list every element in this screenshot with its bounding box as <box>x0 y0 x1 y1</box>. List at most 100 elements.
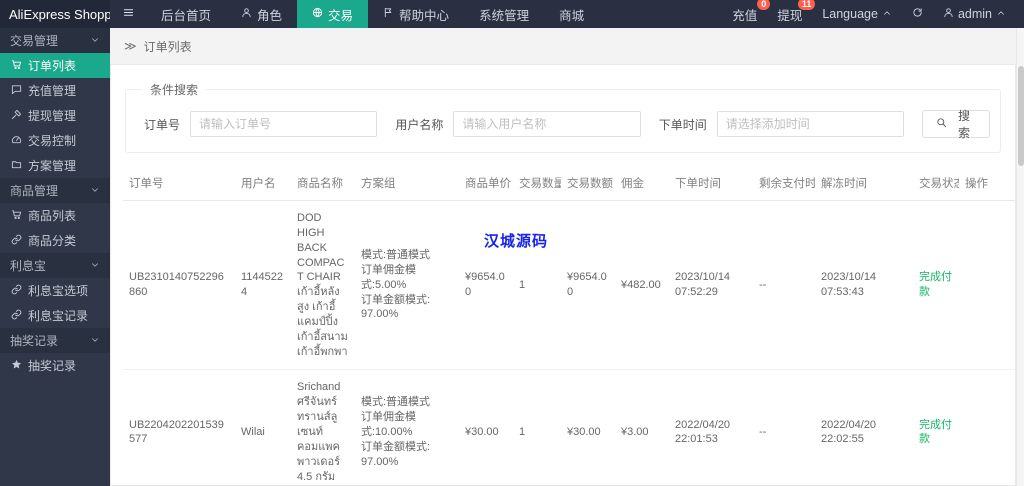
order-no-input[interactable] <box>190 111 378 137</box>
scheme-line: 模式:普通模式 <box>361 249 431 262</box>
cell-scheme: 模式:普通模式 订单佣金模式:5.00% 订单金额模式: 97.00% <box>355 200 459 371</box>
sidebar-item-label: 商品列表 <box>28 209 77 223</box>
sidebar-item-label: 充值管理 <box>28 84 77 98</box>
cell-order-no: UB2310140752296860 <box>123 200 235 371</box>
cell-order-no: UB2204202201539577 <box>123 369 235 485</box>
sidebar-item-label: 商品分类 <box>28 234 77 248</box>
sidebar-group-3[interactable]: 抽奖记录 <box>0 328 110 353</box>
cell-scheme: 模式:普通模式 订单佣金模式:10.00% 订单金额模式: 97.00% <box>355 369 459 485</box>
search-button[interactable]: 搜索 <box>922 109 990 140</box>
link-icon <box>11 309 22 323</box>
sidebar-item-2-1[interactable]: 利息宝记录 <box>0 303 110 328</box>
cell-qty: 1 <box>513 369 561 485</box>
sidebar-item-3-0[interactable]: 抽奖记录 <box>0 353 110 378</box>
nav-item-label: 商城 <box>559 8 585 23</box>
cell-username: 11445224 <box>235 200 291 371</box>
col-commission: 佣金 <box>615 168 669 201</box>
vertical-scrollbar <box>1016 28 1024 486</box>
cell-product: Srichand ศรีจันทร์ ทรานส์ลูเซนท์ คอมแพค … <box>291 369 355 485</box>
language-dropdown[interactable]: Language <box>822 7 892 21</box>
order-no-label: 订单号 <box>144 117 181 132</box>
col-action: 操作 <box>959 168 1015 201</box>
sidebar-item-0-3[interactable]: 交易控制 <box>0 128 110 153</box>
user-icon <box>943 7 954 21</box>
nav-item-1[interactable]: 角色 <box>226 0 297 28</box>
sidebar-item-label: 利息宝记录 <box>28 309 89 323</box>
sidebar-group-1[interactable]: 商品管理 <box>0 178 110 203</box>
username-label: 用户名称 <box>395 117 444 132</box>
search-fieldset: 条件搜索 订单号 用户名称 下单时间 搜索 <box>125 81 1001 153</box>
scheme-line: 订单佣金模式:10.00% <box>361 411 416 438</box>
sidebar-toggle-button[interactable] <box>110 0 146 28</box>
search-button-label: 搜索 <box>958 109 971 140</box>
search-row: 订单号 用户名称 下单时间 搜索 <box>136 109 990 140</box>
cell-unit-price: ¥30.00 <box>459 369 513 485</box>
sidebar-item-1-0[interactable]: 商品列表 <box>0 203 110 228</box>
globe-icon <box>312 7 323 21</box>
sidebar-item-label: 利息宝选项 <box>28 284 89 298</box>
cell-product: DOD HIGH BACK COMPACT CHAIR เก้าอี้หลังส… <box>291 200 355 371</box>
user-icon <box>241 7 252 21</box>
sidebar-group-label: 利息宝 <box>10 259 47 273</box>
cell-amount: ¥30.00 <box>561 369 615 485</box>
nav-item-label: 角色 <box>257 8 283 23</box>
breadcrumb-marker-icon: ≫ <box>124 39 137 53</box>
refresh-icon <box>912 7 923 21</box>
sidebar-item-0-2[interactable]: 提现管理 <box>0 103 110 128</box>
refresh-button[interactable] <box>912 7 923 21</box>
gauge-icon <box>11 134 22 148</box>
scrollbar-thumb[interactable] <box>1018 66 1024 166</box>
breadcrumb-label: 订单列表 <box>143 39 192 54</box>
topbar-right: 充值 0 提现 11 Language admin <box>732 0 1024 28</box>
col-unfreeze: 解冻时间 <box>815 168 913 201</box>
admin-label: admin <box>957 7 992 21</box>
nav-item-label: 帮助中心 <box>399 8 450 23</box>
nav-item-3[interactable]: 帮助中心 <box>368 0 464 28</box>
sidebar-item-0-4[interactable]: 方案管理 <box>0 153 110 178</box>
search-icon <box>936 117 947 131</box>
cell-status: 完成付款 <box>913 200 959 371</box>
chevron-up-icon <box>882 7 892 21</box>
col-amount: 交易数额 <box>561 168 615 201</box>
order-time-input[interactable] <box>716 111 905 137</box>
table-row: UB2204202201539577 Wilai Srichand ศรีจันทร… <box>123 369 1015 485</box>
withdraw-link[interactable]: 提现 11 <box>777 0 816 24</box>
cell-status: 完成付款 <box>913 369 959 485</box>
link-icon <box>11 234 22 248</box>
col-order_time: 下单时间 <box>669 168 753 201</box>
sidebar-item-0-0[interactable]: 订单列表 <box>0 53 110 78</box>
table-row: UB2310140752296860 11445224 DOD HIGH BACK … <box>123 200 1015 371</box>
sidebar: 交易管理订单列表充值管理提现管理 交易控制 方案管理 商品管理商品列表商品分类利息宝利… <box>0 28 110 486</box>
orders-panel: 条件搜索 订单号 用户名称 下单时间 搜索 订单号用户名商品名称方案组商品单价交… <box>110 64 1016 486</box>
sidebar-item-1-1[interactable]: 商品分类 <box>0 228 110 253</box>
sidebar-group-0[interactable]: 交易管理 <box>0 28 110 53</box>
sidebar-item-2-0[interactable]: 利息宝选项 <box>0 278 110 303</box>
sidebar-group-label: 交易管理 <box>10 34 59 48</box>
chevron-down-icon <box>90 334 100 348</box>
hamburger-icon <box>123 7 134 21</box>
username-input[interactable] <box>453 111 641 137</box>
app-logo[interactable]: AliExpress Shopping... <box>0 0 110 28</box>
folder-icon <box>11 159 22 173</box>
col-qty: 交易数量 <box>513 168 561 201</box>
cart-icon <box>11 209 22 223</box>
admin-dropdown[interactable]: admin <box>943 7 1006 21</box>
nav-item-2[interactable]: 交易 <box>297 0 369 28</box>
nav-item-4[interactable]: 系统管理 <box>464 0 544 28</box>
nav-item-label: 后台首页 <box>161 8 212 23</box>
sidebar-group-2[interactable]: 利息宝 <box>0 253 110 278</box>
cell-order-time: 2022/04/20 22:01:53 <box>669 369 753 485</box>
chevron-up-icon <box>996 7 1006 21</box>
sidebar-item-0-1[interactable]: 充值管理 <box>0 78 110 103</box>
chevron-down-icon <box>90 34 100 48</box>
main-content: ≫ 订单列表 条件搜索 订单号 用户名称 下单时间 搜索 订单号用户名商品名称方… <box>110 28 1016 486</box>
table-header-row: 订单号用户名商品名称方案组商品单价交易数量交易数额佣金下单时间剩余支付时间解冻时… <box>123 168 1015 201</box>
nav-item-0[interactable]: 后台首页 <box>146 0 226 28</box>
hammer-icon <box>11 109 22 123</box>
recharge-link[interactable]: 充值 0 <box>732 0 771 24</box>
order-time-label: 下单时间 <box>658 117 707 132</box>
breadcrumb: ≫ 订单列表 <box>110 28 1016 64</box>
search-legend: 条件搜索 <box>150 83 199 97</box>
flag-icon <box>383 7 394 21</box>
nav-item-5[interactable]: 商城 <box>544 0 599 28</box>
